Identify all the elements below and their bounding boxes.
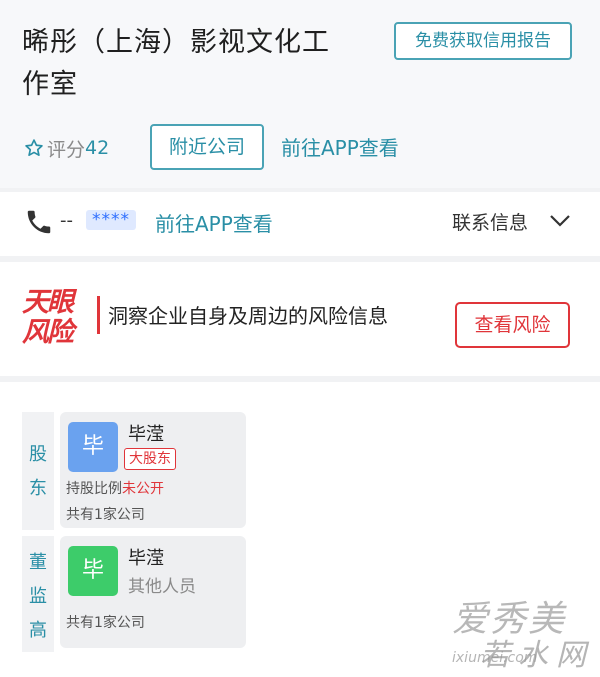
company-name: 晞彤（上海）影视文化工作室 [22, 27, 330, 100]
share-ratio-value: 未公开 [122, 481, 164, 497]
tab-char: 高 [29, 620, 47, 641]
view-risk-button[interactable]: 查看风险 [455, 302, 570, 348]
tianyan-risk-logo: 天眼 风险 [22, 288, 86, 352]
contact-row: -- **** 前往APP查看 联系信息 [0, 192, 600, 256]
risk-logo-line2: 风险 [22, 317, 74, 348]
avatar: 毕 [68, 422, 118, 472]
risk-description: 洞察企业自身及周边的风险信息 [108, 304, 388, 328]
phone-icon [27, 210, 51, 234]
chevron-down-icon[interactable] [549, 214, 571, 228]
nearby-companies-button[interactable]: 附近公司 [150, 124, 264, 170]
shareholder-card[interactable]: 毕 毕滢 大股东 持股比例未公开 共有1家公司 [60, 412, 246, 528]
tab-char: 东 [29, 478, 47, 499]
watermark-url: ixiumei.com [452, 650, 538, 666]
company-header: 晞彤（上海）影视文化工作室 免费获取信用报告 评分 42 附近公司 前往APP查… [0, 0, 600, 188]
tab-shareholders[interactable]: 股 东 [22, 412, 54, 530]
share-ratio-label: 持股比例 [66, 481, 122, 497]
phone-dash: -- [60, 210, 73, 231]
rating: 评分 42 [24, 132, 109, 164]
tab-directors[interactable]: 董 监 高 [22, 536, 54, 652]
view-in-app-link[interactable]: 前往APP查看 [281, 132, 399, 161]
tab-char: 股 [29, 444, 47, 465]
phone-number-masked: **** [86, 210, 136, 230]
tab-char: 董 [29, 552, 47, 573]
rating-label: 评分 [47, 138, 86, 161]
risk-divider [97, 296, 100, 334]
director-card[interactable]: 毕 毕滢 其他人员 共有1家公司 [60, 536, 246, 648]
risk-logo-line1: 天眼 [22, 287, 74, 318]
contact-view-in-app-link[interactable]: 前往APP查看 [155, 208, 273, 237]
contact-info-toggle[interactable]: 联系信息 [452, 208, 528, 235]
company-count[interactable]: 共有1家公司 [66, 612, 145, 632]
person-role: 其他人员 [128, 577, 196, 597]
tab-char: 监 [29, 586, 47, 607]
person-name[interactable]: 毕滢 [128, 420, 164, 446]
credit-report-button[interactable]: 免费获取信用报告 [394, 22, 572, 60]
share-ratio: 持股比例未公开 [66, 478, 164, 498]
major-shareholder-badge: 大股东 [124, 448, 176, 470]
rating-value: 42 [85, 137, 110, 159]
person-name[interactable]: 毕滢 [128, 544, 164, 570]
avatar: 毕 [68, 546, 118, 596]
company-count[interactable]: 共有1家公司 [66, 504, 145, 524]
star-icon [25, 139, 43, 156]
